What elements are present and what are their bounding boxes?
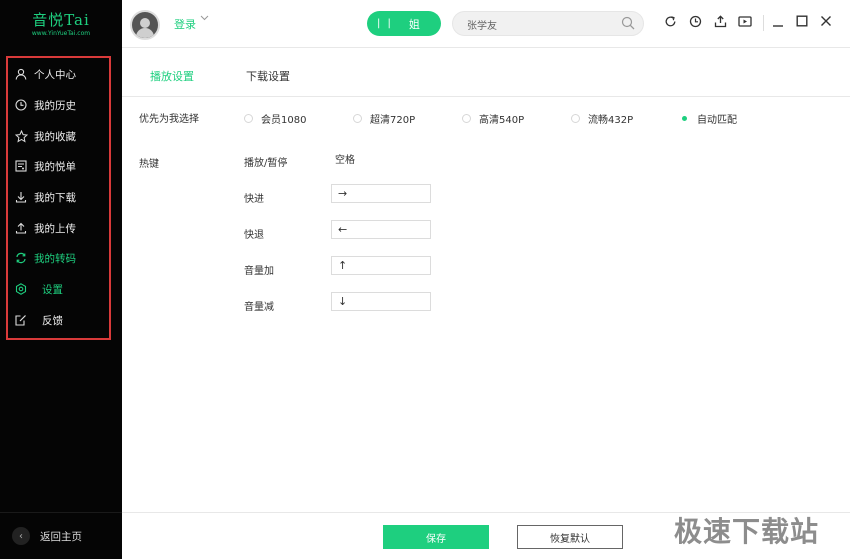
- chevron-left-icon: ‹: [12, 527, 30, 545]
- save-button[interactable]: 保存: [383, 525, 489, 549]
- sidebar-item-settings[interactable]: 设置: [14, 279, 109, 299]
- hotkey-forward-label: 快进: [244, 194, 264, 205]
- sidebar-item-transcode[interactable]: 我的转码: [14, 248, 109, 268]
- back-home-button[interactable]: ‹ 返回主页: [0, 512, 122, 559]
- watermark: 极速下载站: [674, 515, 820, 548]
- settings-tabs: 播放设置 下载设置: [122, 48, 850, 97]
- close-icon[interactable]: [819, 15, 833, 29]
- quality-option-432[interactable]: 流畅432P: [571, 111, 633, 126]
- playlist-icon: [14, 159, 28, 173]
- hotkey-forward-input[interactable]: →: [331, 184, 431, 203]
- app-logo[interactable]: 音悦Tai www.YinYueTai.com: [0, 0, 122, 48]
- refresh-icon[interactable]: [663, 15, 677, 29]
- sidebar-item-label: 我的上传: [34, 222, 76, 235]
- upload-icon: [14, 221, 28, 235]
- sidebar-item-uploads[interactable]: 我的上传: [14, 218, 109, 238]
- star-icon: [14, 129, 28, 143]
- top-bar: 登录 | | 姐: [122, 0, 850, 48]
- user-icon: [14, 67, 28, 81]
- radio-label: 自动匹配: [697, 115, 737, 126]
- search-box: [452, 11, 644, 36]
- quality-option-720[interactable]: 超清720P: [353, 111, 415, 126]
- radio-label: 流畅432P: [588, 115, 634, 126]
- pause-icon: | |: [377, 18, 393, 29]
- hotkey-volume-down-label: 音量减: [244, 302, 274, 313]
- toolbar-divider: [763, 15, 764, 31]
- sidebar-item-label: 我的转码: [34, 252, 76, 265]
- sidebar-item-label: 我的收藏: [34, 130, 76, 143]
- sidebar-item-label: 我的历史: [34, 99, 76, 112]
- login-link[interactable]: 登录: [174, 16, 196, 32]
- mini-player-button[interactable]: | | 姐: [367, 11, 441, 36]
- hotkey-volume-up-label: 音量加: [244, 266, 274, 277]
- radio-icon: [571, 114, 580, 123]
- hotkey-volume-down-input[interactable]: ↓: [331, 292, 431, 311]
- sidebar-item-history[interactable]: 我的历史: [14, 95, 109, 115]
- radio-label: 高清540P: [479, 115, 525, 126]
- tab-download-settings[interactable]: 下载设置: [246, 68, 290, 84]
- radio-label: 超清720P: [370, 115, 416, 126]
- hotkey-rewind-input[interactable]: ←: [331, 220, 431, 239]
- hotkey-rewind-label: 快退: [244, 230, 264, 241]
- sidebar: 音悦Tai www.YinYueTai.com 个人中心 我的历史 我的收藏 我…: [0, 0, 122, 559]
- clock-icon: [14, 98, 28, 112]
- logo-text: 音悦Tai: [32, 11, 90, 29]
- logo-url: www.YinYueTai.com: [31, 30, 91, 37]
- tab-playback-settings[interactable]: 播放设置: [150, 68, 194, 84]
- back-home-label: 返回主页: [40, 530, 82, 543]
- quality-option-1080[interactable]: 会员1080: [244, 111, 306, 126]
- hotkey-play-pause-value: 空格: [335, 155, 355, 166]
- minimize-icon[interactable]: [771, 15, 785, 29]
- upload-tray-icon[interactable]: [713, 15, 727, 29]
- now-playing-text: 姐: [408, 17, 420, 31]
- radio-icon: [244, 114, 253, 123]
- radio-label: 会员1080: [261, 115, 307, 126]
- chevron-down-icon[interactable]: [200, 12, 209, 25]
- radio-icon: [353, 114, 362, 123]
- settings-panel: 播放设置 下载设置 优先为我选择 会员1080 超清720P 高清540P 流畅…: [122, 48, 850, 512]
- screen-play-icon[interactable]: [738, 15, 752, 29]
- hotkey-volume-up-input[interactable]: ↑: [331, 256, 431, 275]
- history-icon[interactable]: [688, 15, 702, 29]
- quality-preference-label: 优先为我选择: [139, 114, 199, 125]
- sidebar-item-profile[interactable]: 个人中心: [14, 64, 109, 84]
- sidebar-item-playlists[interactable]: 我的悦单: [14, 156, 109, 176]
- convert-icon: [14, 251, 28, 265]
- feedback-icon: [14, 313, 28, 327]
- hotkeys-label: 热键: [139, 159, 159, 170]
- avatar[interactable]: [130, 10, 160, 40]
- search-icon[interactable]: [621, 16, 635, 30]
- sidebar-item-feedback[interactable]: 反馈: [14, 310, 109, 330]
- quality-option-auto[interactable]: 自动匹配: [680, 111, 737, 126]
- radio-icon: [462, 114, 471, 123]
- sidebar-item-label: 个人中心: [34, 68, 76, 81]
- sidebar-item-downloads[interactable]: 我的下载: [14, 187, 109, 207]
- sidebar-item-label: 我的悦单: [34, 160, 76, 173]
- gear-icon: [14, 282, 28, 296]
- hotkey-play-pause-label: 播放/暂停: [244, 158, 288, 169]
- sidebar-item-label: 设置: [42, 283, 63, 296]
- sidebar-item-favorites[interactable]: 我的收藏: [14, 126, 109, 146]
- sidebar-item-label: 反馈: [42, 314, 63, 327]
- quality-option-540[interactable]: 高清540P: [462, 111, 524, 126]
- search-input[interactable]: [467, 16, 617, 32]
- maximize-icon[interactable]: [795, 15, 809, 29]
- sidebar-item-label: 我的下载: [34, 191, 76, 204]
- radio-selected-icon: [680, 114, 689, 123]
- restore-defaults-button[interactable]: 恢复默认: [517, 525, 623, 549]
- download-icon: [14, 190, 28, 204]
